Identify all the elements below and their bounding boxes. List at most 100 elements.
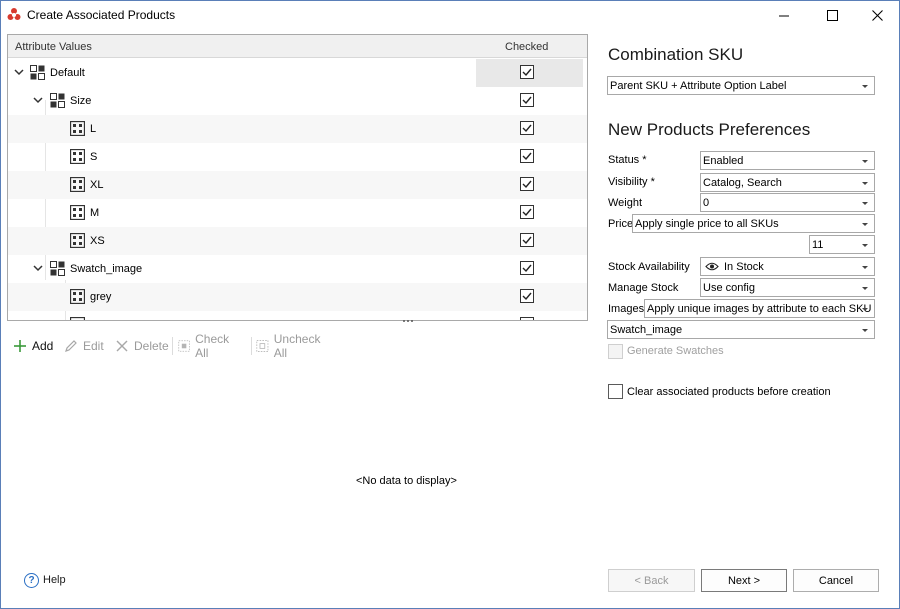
- tree-row-label: L: [90, 123, 97, 135]
- column-header-checked[interactable]: Checked: [505, 41, 548, 53]
- row-checkbox[interactable]: [520, 121, 534, 135]
- chevron-down-icon[interactable]: [33, 263, 43, 273]
- stock-availability-select[interactable]: In Stock: [700, 257, 875, 276]
- row-checkbox[interactable]: [520, 177, 534, 191]
- delete-icon: [116, 340, 128, 352]
- edit-button[interactable]: Edit: [64, 337, 104, 355]
- tree-row[interactable]: grey: [8, 283, 587, 311]
- manage-stock-value: Use config: [703, 282, 755, 294]
- status-select[interactable]: Enabled: [700, 151, 875, 170]
- manage-stock-select[interactable]: Use config: [700, 278, 875, 297]
- tree-row[interactable]: M: [8, 199, 587, 227]
- tree-row-label: Default: [50, 67, 85, 79]
- row-checkbox[interactable]: [520, 261, 534, 275]
- row-checkbox[interactable]: [520, 289, 534, 303]
- tree-row-label: S: [90, 151, 98, 163]
- add-button[interactable]: Add: [13, 337, 53, 355]
- row-checkbox[interactable]: [520, 149, 534, 163]
- attribute-values-tree[interactable]: Attribute Values Checked Default Size L: [7, 34, 588, 321]
- cancel-button[interactable]: Cancel: [793, 569, 879, 592]
- add-label: Add: [32, 339, 54, 353]
- price-select[interactable]: Apply single price to all SKUs: [632, 214, 875, 233]
- images-value: Apply unique images by attribute to each…: [647, 303, 872, 315]
- combination-sku-select[interactable]: Parent SKU + Attribute Option Label: [607, 76, 875, 95]
- images-label: Images: [608, 303, 645, 315]
- weight-select[interactable]: 0: [700, 193, 875, 212]
- close-icon: [871, 9, 883, 21]
- checkmark-icon: [522, 96, 532, 105]
- images-attribute-select[interactable]: Swatch_image: [607, 320, 875, 339]
- attribute-value-icon: [70, 289, 85, 304]
- generate-swatches-checkbox[interactable]: [608, 344, 623, 359]
- checkmark-icon: [522, 208, 532, 217]
- clear-associated-checkbox[interactable]: [608, 384, 623, 399]
- cancel-label: Cancel: [818, 574, 854, 587]
- tree-row[interactable]: Default: [8, 59, 587, 87]
- delete-button[interactable]: Delete: [115, 337, 169, 355]
- check-all-label: Check All: [195, 332, 230, 360]
- maximize-button[interactable]: [809, 1, 855, 29]
- check-all-icon: [178, 340, 190, 352]
- check-all-button[interactable]: Check All: [178, 332, 233, 360]
- row-checkbox[interactable]: [520, 65, 534, 79]
- row-checkbox[interactable]: [520, 233, 534, 247]
- visibility-select[interactable]: Catalog, Search: [700, 173, 875, 192]
- minimize-icon: [778, 15, 789, 16]
- tree-row[interactable]: XL: [8, 171, 587, 199]
- minimize-button[interactable]: [761, 1, 807, 29]
- clear-associated-label: Clear associated products before creatio…: [627, 386, 831, 398]
- stock-availability-value: In Stock: [724, 261, 764, 273]
- splitter-grip-icon[interactable]: [402, 319, 414, 323]
- next-button[interactable]: Next >: [701, 569, 787, 592]
- tree-row-label: Size: [70, 95, 92, 107]
- back-label: < Back: [634, 574, 669, 587]
- eye-icon: [705, 262, 719, 271]
- uncheck-all-button[interactable]: Uncheck All: [256, 332, 324, 360]
- question-icon: ?: [24, 572, 39, 588]
- column-header-attribute-values[interactable]: Attribute Values: [15, 41, 92, 53]
- attribute-group-icon: [30, 65, 45, 80]
- images-select[interactable]: Apply unique images by attribute to each…: [644, 299, 875, 318]
- plus-icon: [14, 340, 26, 352]
- back-button[interactable]: < Back: [608, 569, 695, 592]
- tree-row[interactable]: L: [8, 115, 587, 143]
- price-value-select[interactable]: 11: [809, 235, 875, 254]
- attribute-value-icon: [70, 121, 85, 136]
- tree-row[interactable]: Swatch_image: [8, 255, 587, 283]
- checkmark-icon: [522, 152, 532, 161]
- tree-row-label: grey: [90, 291, 112, 303]
- row-checkbox[interactable]: [520, 93, 534, 107]
- dropdown-arrow-icon: [862, 308, 868, 311]
- checkmark-icon: [522, 236, 532, 245]
- tree-row[interactable]: Size: [8, 87, 587, 115]
- help-label: Help: [43, 574, 66, 586]
- checkmark-icon: [522, 264, 532, 273]
- manage-stock-label: Manage Stock: [608, 282, 679, 294]
- delete-label: Delete: [134, 339, 169, 353]
- row-checkbox[interactable]: [520, 205, 534, 219]
- dropdown-arrow-icon: [862, 329, 868, 332]
- attribute-value-icon: [70, 205, 85, 220]
- tree-row[interactable]: S: [8, 143, 587, 171]
- checkmark-icon: [522, 180, 532, 189]
- chevron-down-icon[interactable]: [14, 67, 24, 77]
- create-associated-products-dialog: Create Associated Products Attribute Val…: [0, 0, 900, 609]
- stock-availability-label: Stock Availability: [608, 261, 690, 273]
- combination-sku-value: Parent SKU + Attribute Option Label: [610, 80, 787, 92]
- title-bar: Create Associated Products: [1, 1, 899, 29]
- attribute-value-icon: [70, 177, 85, 192]
- row-checkbox[interactable]: [520, 317, 534, 321]
- generate-swatches-label: Generate Swatches: [627, 345, 724, 357]
- chevron-down-icon[interactable]: [33, 95, 43, 105]
- edit-label: Edit: [83, 339, 104, 353]
- uncheck-all-icon: [256, 340, 269, 352]
- checkmark-icon: [521, 318, 533, 321]
- visibility-label: Visibility *: [608, 176, 655, 188]
- new-products-preferences-title: New Products Preferences: [608, 120, 811, 139]
- attribute-group-icon: [50, 93, 65, 108]
- close-button[interactable]: [854, 1, 900, 29]
- pencil-icon: [65, 340, 77, 352]
- tree-row[interactable]: [8, 311, 587, 321]
- help-link[interactable]: ? Help: [24, 572, 66, 588]
- tree-row[interactable]: XS: [8, 227, 587, 255]
